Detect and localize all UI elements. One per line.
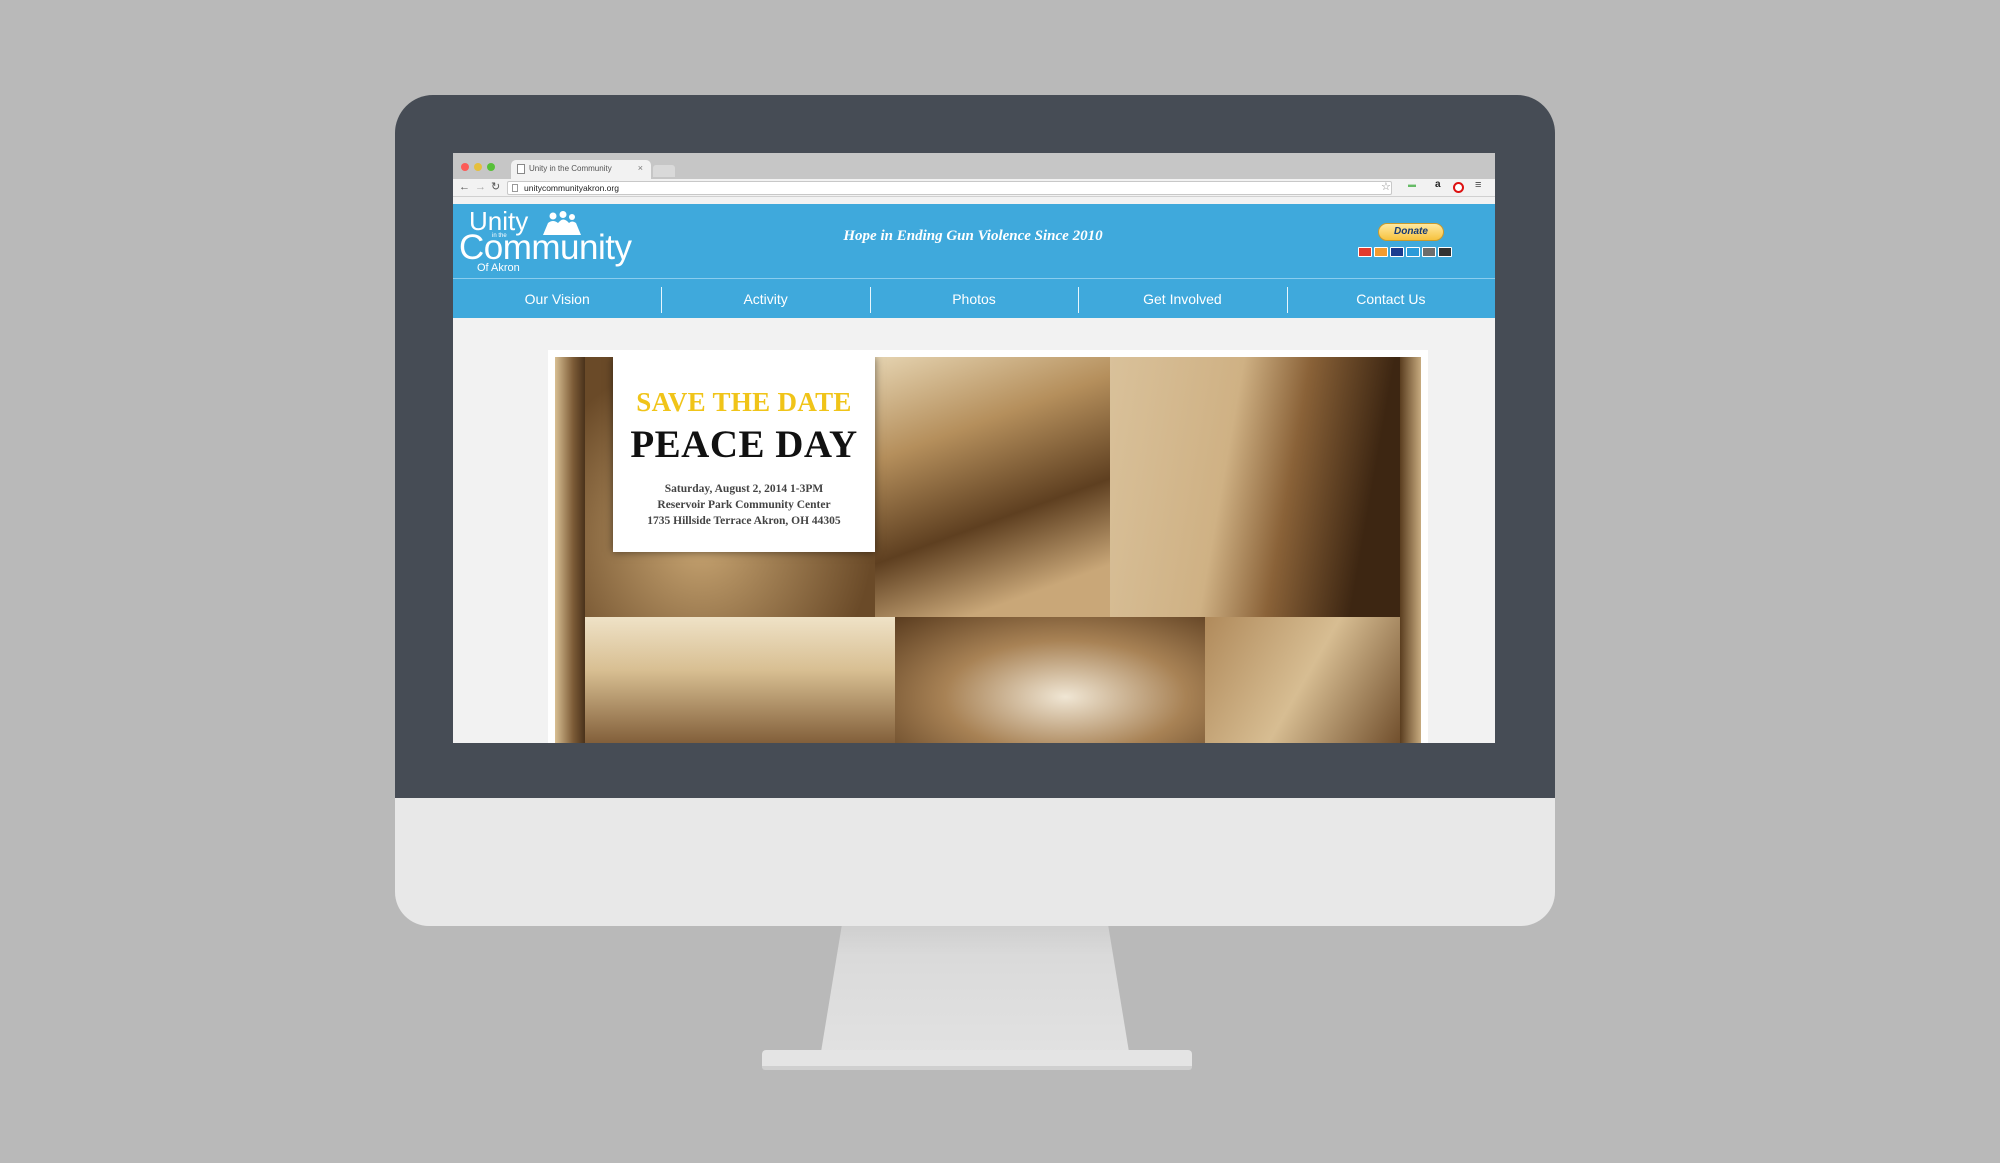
photo-tile [895, 617, 1205, 743]
zoom-window-button[interactable] [487, 163, 495, 171]
photo-tile [555, 357, 585, 743]
site-logo[interactable]: Unity in the Community Of Akron [459, 207, 632, 275]
photo-tile [1205, 617, 1400, 743]
bank-icon [1438, 247, 1452, 257]
new-tab-button[interactable] [653, 165, 675, 177]
amex-icon [1406, 247, 1420, 257]
donate-button[interactable]: Donate [1378, 223, 1444, 241]
event-venue: Reservoir Park Community Center [657, 499, 831, 511]
monitor-chin [395, 798, 1555, 926]
adblock-extension-icon[interactable] [1453, 182, 1464, 193]
nav-contact-us[interactable]: Contact Us [1286, 279, 1495, 318]
site-tagline: Hope in Ending Gun Violence Since 2010 [843, 228, 1103, 244]
mastercard-icon [1358, 247, 1372, 257]
browser-tab-bar: Unity in the Community × [453, 153, 1495, 179]
event-date: Saturday, August 2, 2014 1-3PM [664, 483, 824, 495]
photo-tile [875, 357, 1110, 617]
page-icon [512, 184, 518, 192]
nav-our-vision[interactable]: Our Vision [453, 279, 661, 318]
maestro-icon [1374, 247, 1388, 257]
nav-photos[interactable]: Photos [869, 279, 1078, 318]
tab-title: Unity in the Community [529, 164, 612, 173]
hero-banner-frame: SAVE THE DATE PEACE DAY Saturday, August… [548, 350, 1428, 743]
main-nav: Our Vision Activity Photos Get Involved … [453, 278, 1495, 318]
browser-toolbar: ← → ↻ unitycommunityakron.org ☆ ▬ a ≡ [453, 179, 1495, 197]
tab-close-icon[interactable]: × [638, 163, 643, 173]
address-bar[interactable]: unitycommunityakron.org [507, 181, 1392, 195]
event-callout: SAVE THE DATE PEACE DAY Saturday, August… [613, 357, 875, 552]
nav-get-involved[interactable]: Get Involved [1078, 279, 1286, 318]
extension-icon[interactable]: ▬ [1408, 180, 1416, 189]
url-text: unitycommunityakron.org [524, 183, 619, 193]
event-headline: PEACE DAY [630, 423, 858, 466]
logo-of-akron: Of Akron [477, 262, 520, 274]
page-icon [517, 164, 525, 174]
event-address: 1735 Hillside Terrace Akron, OH 44305 [647, 515, 841, 527]
payment-cards [1358, 247, 1452, 258]
close-window-button[interactable] [461, 163, 469, 171]
photo-tile [1110, 357, 1400, 617]
photo-tile [1400, 357, 1421, 743]
site-header: Unity in the Community Of Akron Hope in … [453, 204, 1495, 278]
monitor-stand [820, 926, 1130, 1058]
reload-icon[interactable]: ↻ [491, 181, 500, 193]
back-arrow-icon[interactable]: ← [459, 181, 470, 193]
visa-icon [1390, 247, 1404, 257]
forward-arrow-icon[interactable]: → [475, 181, 486, 193]
amazon-extension-icon[interactable]: a [1435, 179, 1441, 190]
discover-icon [1422, 247, 1436, 257]
minimize-window-button[interactable] [474, 163, 482, 171]
hero-banner[interactable]: SAVE THE DATE PEACE DAY Saturday, August… [555, 357, 1421, 743]
save-the-date-text: SAVE THE DATE [636, 387, 852, 417]
monitor-screen: Unity in the Community × ← → ↻ unitycomm… [453, 153, 1495, 743]
monitor-base [762, 1050, 1192, 1070]
bookmark-star-icon[interactable]: ☆ [1381, 180, 1391, 193]
nav-activity[interactable]: Activity [661, 279, 869, 318]
menu-icon[interactable]: ≡ [1475, 179, 1481, 191]
browser-tab[interactable]: Unity in the Community × [511, 160, 651, 179]
photo-tile [585, 617, 895, 743]
